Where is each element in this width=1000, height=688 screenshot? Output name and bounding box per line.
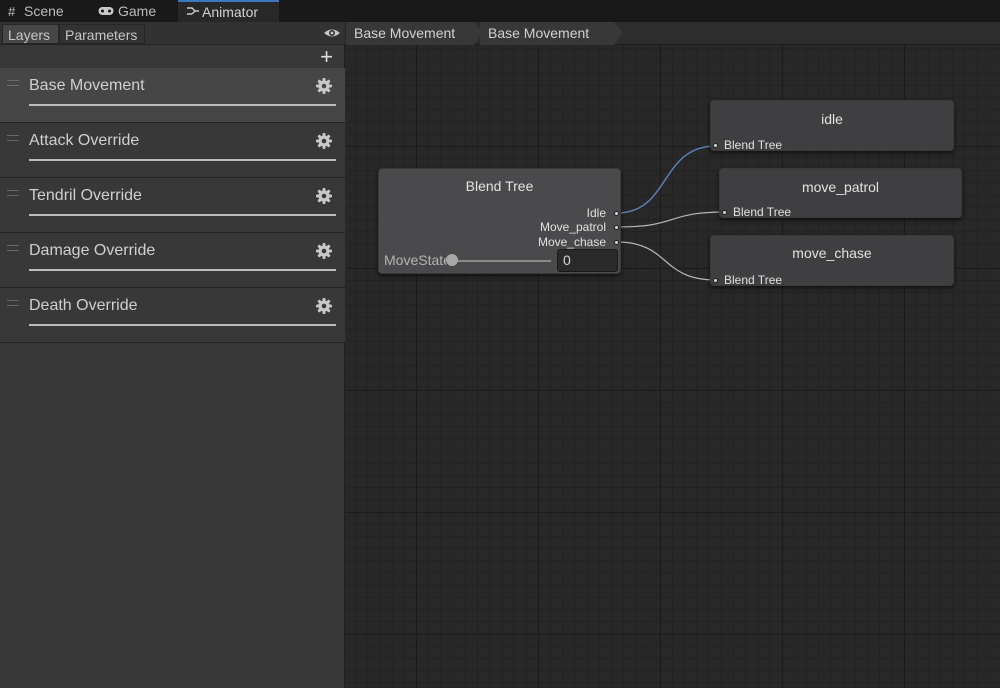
layer-weight-bar[interactable]	[29, 104, 336, 106]
blend-tree-node[interactable]: Blend Tree Idle Move_patrol Move_chase M…	[378, 168, 621, 274]
tab-animator-label: Animator	[202, 4, 259, 20]
parameter-label: MoveState	[384, 252, 446, 268]
input-port[interactable]	[722, 210, 727, 215]
tab-game-label: Game	[118, 3, 157, 19]
node-title: move_patrol	[801, 179, 880, 195]
output-port-idle[interactable]	[614, 211, 619, 216]
parameter-slider[interactable]	[449, 260, 551, 262]
tab-game[interactable]: Game	[90, 0, 174, 22]
drag-handle-icon[interactable]	[7, 135, 19, 141]
layer-item-attack-override[interactable]: Attack Override	[0, 123, 345, 178]
parameter-slider-knob[interactable]	[446, 254, 458, 266]
add-layer-row: +	[0, 46, 345, 68]
node-title: Blend Tree	[465, 178, 534, 194]
output-port-move-chase[interactable]	[614, 240, 619, 245]
gear-icon[interactable]	[315, 77, 333, 95]
tab-animator[interactable]: Animator	[178, 0, 279, 22]
state-node-idle[interactable]: idle Blend Tree	[710, 100, 954, 152]
breadcrumb: Base Movement Base Movement	[346, 22, 1000, 45]
output-port-move-patrol[interactable]	[614, 225, 619, 230]
layer-weight-bar[interactable]	[29, 159, 336, 161]
layer-list: Base Movement Attack Override Tendril Ov…	[0, 68, 345, 343]
layer-name: Tendril Override	[29, 187, 142, 204]
grid-icon: #	[8, 4, 16, 19]
window-tab-bar: # Scene Game Animator	[0, 0, 1000, 22]
node-title: idle	[821, 111, 843, 127]
state-node-move-patrol[interactable]: move_patrol Blend Tree	[719, 168, 962, 219]
gear-icon[interactable]	[315, 187, 333, 205]
gamepad-icon	[98, 1, 118, 23]
gear-icon[interactable]	[315, 297, 333, 315]
output-label-move-chase: Move_chase	[537, 235, 606, 249]
input-label: Blend Tree	[724, 138, 783, 152]
layer-name: Damage Override	[29, 242, 156, 259]
input-port[interactable]	[713, 278, 718, 283]
input-label: Blend Tree	[724, 273, 783, 287]
tab-layers[interactable]: Layers	[2, 24, 59, 44]
layer-item-tendril-override[interactable]: Tendril Override	[0, 178, 345, 233]
drag-handle-icon[interactable]	[7, 245, 19, 251]
layer-name: Base Movement	[29, 77, 145, 94]
input-label: Blend Tree	[733, 205, 792, 219]
eye-icon[interactable]	[323, 25, 341, 41]
gear-icon[interactable]	[315, 132, 333, 150]
drag-handle-icon[interactable]	[7, 80, 19, 86]
drag-handle-icon[interactable]	[7, 300, 19, 306]
layer-weight-bar[interactable]	[29, 324, 336, 326]
panel-subtabs: Layers Parameters	[0, 22, 345, 45]
input-port[interactable]	[713, 143, 718, 148]
layer-item-damage-override[interactable]: Damage Override	[0, 233, 345, 288]
layer-weight-bar[interactable]	[29, 269, 336, 271]
animator-icon	[186, 3, 202, 23]
add-layer-button[interactable]: +	[320, 46, 333, 68]
layer-name: Death Override	[29, 297, 138, 314]
layer-item-death-override[interactable]: Death Override	[0, 288, 345, 343]
layer-weight-bar[interactable]	[29, 214, 336, 216]
gear-icon[interactable]	[315, 242, 333, 260]
layer-name: Attack Override	[29, 132, 140, 149]
node-title: move_chase	[792, 245, 872, 261]
breadcrumb-item-blend-tree[interactable]: Base Movement	[480, 22, 623, 45]
layer-item-base-movement[interactable]: Base Movement	[0, 68, 345, 123]
tab-scene[interactable]: # Scene	[0, 0, 82, 22]
state-node-move-chase[interactable]: move_chase Blend Tree	[710, 235, 954, 287]
tab-scene-label: Scene	[24, 3, 64, 19]
parameter-value-field[interactable]: 0	[557, 249, 618, 272]
drag-handle-icon[interactable]	[7, 190, 19, 196]
output-label-move-patrol: Move_patrol	[539, 220, 606, 234]
layers-panel: Layers Parameters + Base Movement Attack…	[0, 22, 345, 688]
output-label-idle: Idle	[586, 206, 606, 220]
breadcrumb-item-layer[interactable]: Base Movement	[346, 22, 483, 45]
tab-parameters[interactable]: Parameters	[59, 24, 145, 44]
